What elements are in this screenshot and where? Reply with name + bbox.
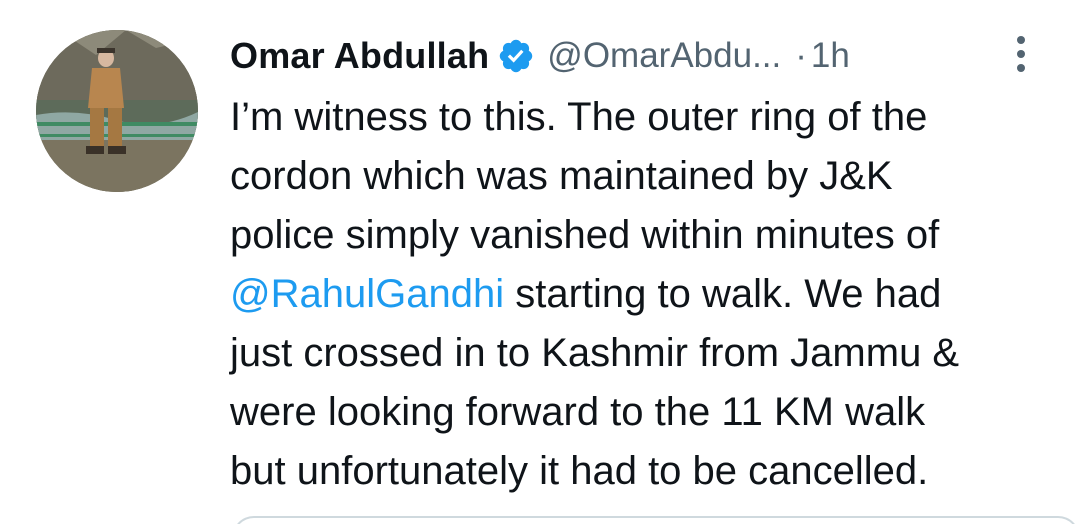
tweet-text-line: I’m witness to this. The outer ring of t… xyxy=(230,95,928,139)
tweet-text-line: just crossed in to Kashmir from Jammu & xyxy=(230,331,960,375)
tweet-text-line: but unfortunately it had to be cancelled… xyxy=(230,449,929,493)
tweet-text-line: police simply vanished within minutes of xyxy=(230,213,940,257)
timestamp[interactable]: 1h xyxy=(811,36,850,76)
tweet-text-line: @RahulGandhi starting to walk. We had xyxy=(230,272,942,316)
quoted-card-edge[interactable] xyxy=(232,516,1080,524)
tweet[interactable]: Omar Abdullah @OmarAbdu... · 1h I’m witn… xyxy=(0,0,1080,524)
more-vertical-icon[interactable] xyxy=(1014,34,1028,74)
tweet-text: I’m witness to this. The outer ring of t… xyxy=(230,88,1060,501)
verified-badge-icon xyxy=(497,37,535,75)
avatar[interactable] xyxy=(36,30,198,192)
author-handle[interactable]: @OmarAbdu... xyxy=(547,36,781,76)
mention-link[interactable]: @RahulGandhi xyxy=(230,272,504,316)
tweet-header: Omar Abdullah @OmarAbdu... · 1h xyxy=(230,28,850,84)
author-name[interactable]: Omar Abdullah xyxy=(230,35,489,77)
tweet-text-line: cordon which was maintained by J&K xyxy=(230,154,893,198)
separator-dot: · xyxy=(795,36,807,75)
tweet-text-line: were looking forward to the 11 KM walk xyxy=(230,390,926,434)
avatar-photo xyxy=(36,30,198,192)
